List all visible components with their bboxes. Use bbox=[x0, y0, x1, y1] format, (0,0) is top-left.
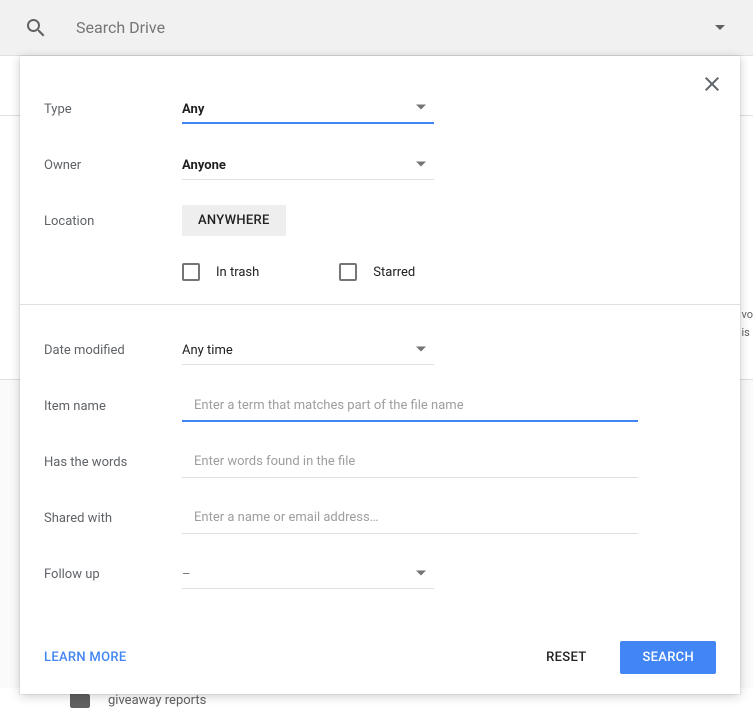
follow-up-label: Follow up bbox=[44, 565, 182, 582]
type-value: Any bbox=[182, 102, 204, 117]
starred-checkbox[interactable]: Starred bbox=[339, 263, 415, 281]
has-words-label: Has the words bbox=[44, 453, 182, 470]
date-modified-value: Any time bbox=[182, 343, 233, 358]
search-options-dropdown-icon[interactable] bbox=[715, 25, 725, 30]
reset-button[interactable]: RESET bbox=[524, 641, 608, 674]
divider bbox=[20, 304, 740, 305]
chevron-down-icon bbox=[416, 570, 426, 575]
chevron-down-icon bbox=[416, 161, 426, 166]
search-button[interactable]: SEARCH bbox=[620, 641, 716, 674]
search-icon bbox=[24, 16, 48, 40]
location-chip[interactable]: ANYWHERE bbox=[182, 205, 286, 236]
item-name-input[interactable] bbox=[182, 396, 638, 415]
item-name-label: Item name bbox=[44, 397, 182, 414]
in-trash-checkbox[interactable]: In trash bbox=[182, 263, 259, 281]
date-modified-label: Date modified bbox=[44, 341, 182, 358]
type-select[interactable]: Any bbox=[182, 92, 434, 124]
follow-up-value: – bbox=[182, 567, 191, 582]
date-modified-select[interactable]: Any time bbox=[182, 333, 434, 365]
search-bar bbox=[0, 0, 753, 56]
type-label: Type bbox=[44, 100, 182, 117]
owner-value: Anyone bbox=[182, 158, 226, 173]
modal-footer: LEARN MORE RESET SEARCH bbox=[20, 625, 740, 694]
shared-with-label: Shared with bbox=[44, 509, 182, 526]
search-input[interactable] bbox=[76, 18, 715, 37]
chevron-down-icon bbox=[416, 105, 426, 110]
starred-label: Starred bbox=[373, 265, 415, 280]
in-trash-label: In trash bbox=[216, 265, 259, 280]
follow-up-select[interactable]: – bbox=[182, 557, 434, 589]
checkbox-icon bbox=[339, 263, 357, 281]
owner-select[interactable]: Anyone bbox=[182, 148, 434, 180]
close-icon[interactable] bbox=[700, 72, 724, 96]
location-label: Location bbox=[44, 212, 182, 229]
owner-label: Owner bbox=[44, 156, 182, 173]
has-words-input[interactable] bbox=[182, 452, 638, 471]
shared-with-input[interactable] bbox=[182, 508, 638, 527]
chevron-down-icon bbox=[416, 346, 426, 351]
advanced-search-modal: Type Any Owner Anyone Location ANYWHERE bbox=[20, 56, 740, 694]
folder-name: giveaway reports bbox=[108, 693, 206, 708]
learn-more-link[interactable]: LEARN MORE bbox=[44, 650, 126, 665]
checkbox-icon bbox=[182, 263, 200, 281]
